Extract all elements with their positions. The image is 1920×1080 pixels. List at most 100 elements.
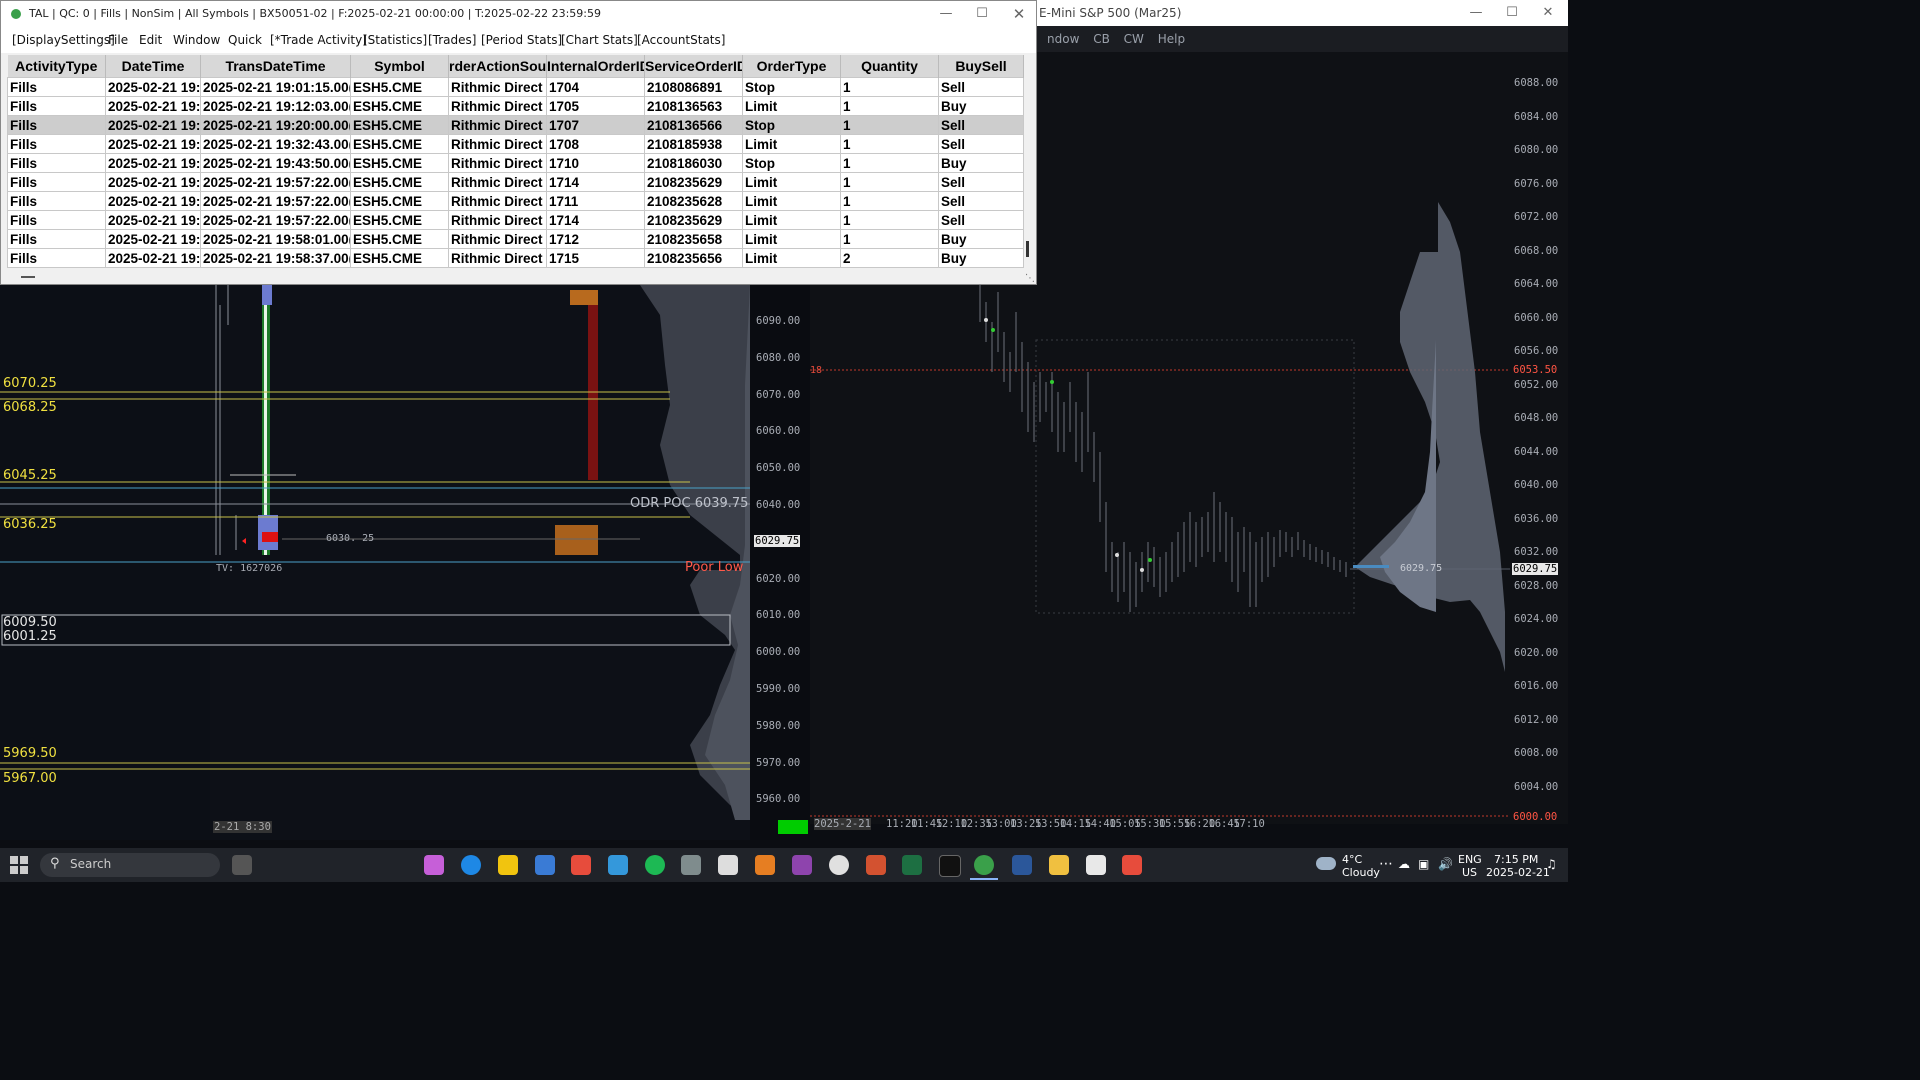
word-icon[interactable] [1012, 855, 1032, 875]
close-icon[interactable]: ✕ [1530, 0, 1566, 26]
table-cell: ESH5.CME [350, 210, 449, 230]
cloudy-weather-icon[interactable] [1316, 857, 1336, 870]
menu-window[interactable]: Window [173, 27, 220, 53]
clock-time[interactable]: 7:15 PM [1494, 853, 1538, 866]
menu-help[interactable]: Help [1158, 32, 1185, 46]
maximize-icon[interactable]: ☐ [1494, 0, 1530, 26]
table-row[interactable]: Fills 2025-02-21 19: 2025-02-21 19:57:22.0… [7, 210, 1024, 230]
column-header[interactable]: rderActionSourc [448, 55, 547, 78]
table-cell: Sell [938, 115, 1024, 135]
table-row[interactable]: Fills 2025-02-21 19: 2025-02-21 19:32:43.0… [7, 134, 1024, 154]
table-row[interactable]: Fills 2025-02-21 19: 2025-02-21 19:58:37.0… [7, 248, 1024, 268]
column-header[interactable]: ServiceOrderID [644, 55, 743, 78]
column-header[interactable]: Quantity [840, 55, 939, 78]
table-row[interactable]: Fills 2025-02-21 19: 2025-02-21 19:57:22.0… [7, 191, 1024, 211]
clipchamp-icon[interactable] [792, 855, 812, 875]
calculator-icon[interactable] [681, 855, 701, 875]
menu-file[interactable]: File [108, 27, 128, 53]
table-cell: Buy [938, 153, 1024, 173]
sierra-chart-icon[interactable] [974, 855, 994, 875]
edge-icon[interactable] [461, 855, 481, 875]
menu-edit[interactable]: Edit [139, 27, 162, 53]
right-window-titlebar[interactable]: E-Mini S&P 500 (Mar25) — ☐ ✕ [1037, 0, 1568, 26]
trade-activity-titlebar[interactable]: TAL | QC: 0 | Fills | NonSim | All Symbo… [1, 1, 1036, 27]
price-tick-label: 6060.00 [756, 425, 801, 438]
copilot-icon[interactable] [424, 855, 444, 875]
spotify-icon[interactable] [645, 855, 665, 875]
column-header[interactable]: OrderType [742, 55, 841, 78]
table-row[interactable]: Fills 2025-02-21 19: 2025-02-21 19:58:01.0… [7, 229, 1024, 249]
table-cell: Fills [7, 153, 106, 173]
table-cell: Limit [742, 134, 841, 154]
store-icon[interactable] [535, 855, 555, 875]
price-marker-label: 6030. 25 [326, 533, 375, 544]
left-price-axis: 6090.00 6080.00 6070.00 6060.00 6050.00 6040.… [754, 285, 810, 840]
start-button[interactable] [10, 856, 28, 874]
table-row[interactable]: Fills 2025-02-21 19: 2025-02-21 19:01:15.0… [7, 77, 1024, 97]
table-scrollbar-thumb[interactable] [1026, 241, 1029, 257]
language-label[interactable]: ENG [1458, 853, 1482, 866]
volume-icon[interactable]: 🔊 [1438, 857, 1453, 871]
level-label: 6070.25 [3, 376, 57, 391]
powerpoint-icon[interactable] [866, 855, 886, 875]
tray-overflow-icon[interactable]: ⋯ [1379, 856, 1393, 872]
column-header[interactable]: InternalOrderID [546, 55, 645, 78]
tradingview-icon[interactable] [939, 855, 961, 877]
active-app-indicator [970, 878, 998, 880]
column-header[interactable]: ActivityType [7, 55, 106, 78]
app-s-blue-icon[interactable] [608, 855, 628, 875]
menu-display-settings[interactable]: [DisplaySettings] [12, 27, 115, 53]
bottom-red-price-label: 6000.00 [1512, 811, 1559, 823]
menu-account-stats[interactable]: [AccountStats] [637, 27, 725, 53]
column-header[interactable]: TransDateTime [200, 55, 351, 78]
table-cell: Fills [7, 172, 106, 192]
sticky-notes-icon[interactable] [498, 855, 518, 875]
resize-grip-icon[interactable]: ⋱ [1025, 273, 1035, 284]
menu-period-stats[interactable]: [Period Stats] [481, 27, 562, 53]
table-cell: 1 [840, 229, 939, 249]
menu-cw[interactable]: CW [1124, 32, 1144, 46]
task-view-icon[interactable] [232, 855, 252, 875]
snipping-tool-icon[interactable] [1122, 855, 1142, 875]
left-footprint-chart[interactable]: 6070.25 6068.25 6045.25 6036.25 6009.50 … [0, 285, 810, 840]
table-row[interactable]: Fills 2025-02-21 19: 2025-02-21 19:12:03.0… [7, 96, 1024, 116]
minimize-icon[interactable]: — [1458, 0, 1494, 26]
table-row[interactable]: Fills 2025-02-21 19: 2025-02-21 19:20:00.0… [7, 115, 1024, 135]
table-cell: Buy [938, 229, 1024, 249]
maximize-icon[interactable]: ☐ [964, 1, 1000, 27]
price-tick-label: 6036.00 [1514, 512, 1559, 525]
trade-activity-table[interactable]: ActivityType DateTime TransDateTime Symbol r… [7, 55, 1024, 268]
app-window-icon[interactable] [1086, 855, 1106, 875]
file-explorer-icon[interactable] [1049, 855, 1069, 875]
app-s-red-icon[interactable] [571, 855, 591, 875]
profile-price-label: 6029.75 [1400, 563, 1443, 574]
media-player-icon[interactable] [755, 855, 775, 875]
table-row[interactable]: Fills 2025-02-21 19: 2025-02-21 19:43:50.0… [7, 153, 1024, 173]
notepad-icon[interactable] [718, 855, 738, 875]
chrome-icon[interactable] [829, 855, 849, 875]
table-cell: 2108185938 [644, 134, 743, 154]
notification-bell-icon[interactable]: ♫ [1546, 857, 1557, 871]
network-icon[interactable]: ▣ [1418, 857, 1429, 871]
close-icon[interactable]: ✕ [1001, 1, 1037, 27]
level-label: 6036.25 [3, 517, 57, 532]
menu-cb[interactable]: CB [1093, 32, 1110, 46]
menu-window[interactable]: ndow [1047, 32, 1079, 46]
menu-trade-activity[interactable]: [*Trade Activity] [270, 27, 367, 53]
minimize-icon[interactable]: — [928, 1, 964, 27]
menu-statistics[interactable]: [Statistics] [363, 27, 427, 53]
excel-icon[interactable] [902, 855, 922, 875]
column-header[interactable]: Symbol [350, 55, 449, 78]
column-header[interactable]: BuySell [938, 55, 1024, 78]
menu-trades[interactable]: [Trades] [428, 27, 476, 53]
menu-chart-stats[interactable]: [Chart Stats] [561, 27, 638, 53]
splitter-handle[interactable] [21, 276, 35, 278]
trade-activity-window[interactable]: TAL | QC: 0 | Fills | NonSim | All Symbo… [0, 0, 1037, 285]
onedrive-icon[interactable]: ☁ [1398, 857, 1410, 871]
table-row[interactable]: Fills 2025-02-21 19: 2025-02-21 19:57:22.0… [7, 172, 1024, 192]
right-window-menubar: ndow CB CW Help [1037, 26, 1568, 52]
taskbar-search[interactable]: ⚲ Search [40, 853, 220, 877]
menu-quick[interactable]: Quick [228, 27, 262, 53]
table-cell: 2108235658 [644, 229, 743, 249]
column-header[interactable]: DateTime [105, 55, 201, 78]
